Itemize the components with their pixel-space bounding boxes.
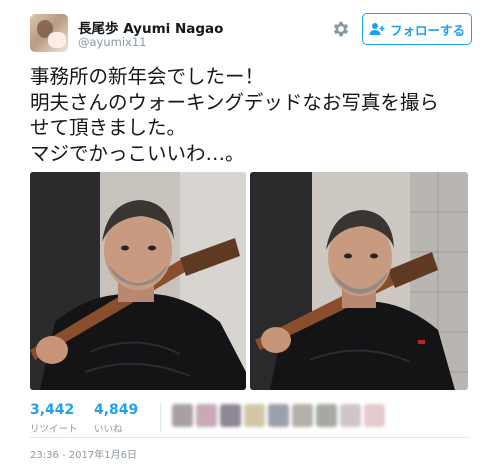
liker-avatar[interactable] bbox=[268, 404, 289, 427]
like-count[interactable]: 4,849 bbox=[94, 402, 138, 418]
tweet-timestamp[interactable]: 23:36 - 2017年1月6日 bbox=[30, 446, 137, 461]
liker-avatar[interactable] bbox=[292, 404, 313, 427]
retweet-count[interactable]: 3,442 bbox=[30, 402, 74, 418]
tweet-photo[interactable] bbox=[250, 172, 468, 390]
liker-avatars[interactable] bbox=[172, 404, 385, 428]
gear-icon[interactable] bbox=[330, 19, 352, 41]
tweet-line: せて頂きました。 bbox=[30, 116, 187, 139]
follow-button-label: フォローする bbox=[389, 22, 465, 38]
stats-divider bbox=[160, 402, 161, 432]
follow-button[interactable]: フォローする bbox=[362, 13, 472, 45]
tweet-line: 明夫さんのウォーキングデッドなお写真を撮ら bbox=[30, 90, 439, 114]
liker-avatar[interactable] bbox=[340, 404, 361, 427]
tweet-line: 事務所の新年会でしたー！ bbox=[30, 65, 265, 88]
liker-avatar[interactable] bbox=[316, 404, 337, 427]
tweet-text: 事務所の新年会でしたー！ 明夫さんのウォーキングデッドなお写真を撮ら せて頂きま… bbox=[30, 64, 470, 166]
liker-avatar[interactable] bbox=[196, 404, 217, 427]
liker-avatar[interactable] bbox=[244, 404, 265, 427]
tweet-line: マジでかっこいいわ…。 bbox=[30, 141, 245, 165]
tweet-photo[interactable] bbox=[30, 172, 246, 390]
liker-avatar[interactable] bbox=[364, 404, 385, 427]
tweet-card: 長尾歩 Ayumi Nagao @ayumix11 フォローする 事務所の新年会… bbox=[0, 0, 500, 470]
user-handle[interactable]: @ayumix11 bbox=[78, 35, 146, 49]
add-user-icon bbox=[369, 23, 385, 35]
avatar[interactable] bbox=[30, 14, 68, 52]
liker-avatar[interactable] bbox=[172, 404, 193, 427]
like-label: いいね bbox=[94, 424, 123, 435]
liker-avatar[interactable] bbox=[220, 404, 241, 427]
retweet-label: リツイート bbox=[30, 424, 78, 435]
divider bbox=[30, 437, 470, 438]
user-display-name[interactable]: 長尾歩 Ayumi Nagao bbox=[78, 17, 223, 37]
